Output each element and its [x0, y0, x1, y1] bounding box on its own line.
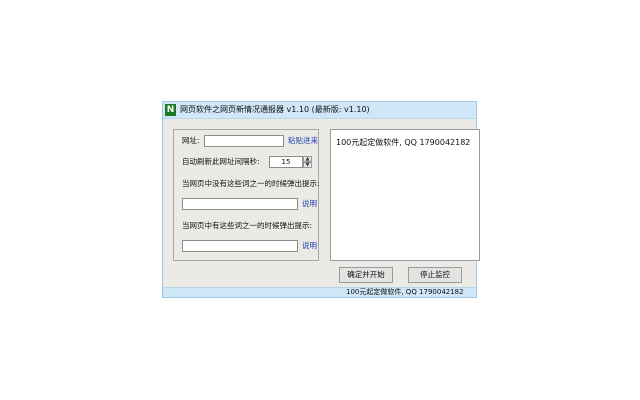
app-window: N 网页软件之网页新情况通报器 v1.10 (最新版: v1.10) 网址: 粘…: [162, 101, 480, 298]
absent-words-label: 当网页中没有这些词之一的时候弹出提示:: [182, 179, 320, 188]
interval-label: 自动刷新此网址间隔秒:: [182, 157, 260, 166]
spin-down-icon[interactable]: ▼: [303, 162, 312, 168]
present-words-input[interactable]: [182, 240, 298, 252]
url-input[interactable]: [204, 135, 284, 147]
start-button[interactable]: 确定并开始: [339, 267, 393, 283]
absent-words-input[interactable]: [182, 198, 298, 210]
paste-link[interactable]: 粘贴进来: [288, 136, 318, 146]
present-help-link[interactable]: 说明: [302, 241, 317, 251]
title-bar[interactable]: N 网页软件之网页新情况通报器 v1.10 (最新版: v1.10): [163, 102, 476, 119]
interval-input[interactable]: 15: [269, 156, 303, 168]
url-label: 网址:: [182, 136, 200, 145]
absent-help-link[interactable]: 说明: [302, 199, 317, 209]
app-icon: N: [165, 104, 176, 116]
status-bar: 100元起定做软件, QQ 1790042182: [163, 287, 476, 297]
window-title: 网页软件之网页新情况通报器 v1.10 (最新版: v1.10): [180, 105, 370, 114]
present-words-label: 当网页中有这些词之一的时候弹出提示:: [182, 221, 313, 230]
settings-panel: 网址: 粘贴进来 自动刷新此网址间隔秒: 15 ▲ ▼ 当网页中没有这些词之一的…: [173, 129, 320, 261]
stop-button[interactable]: 停止监控: [408, 267, 462, 283]
status-text: 100元起定做软件, QQ 1790042182: [346, 288, 464, 296]
output-textarea[interactable]: 100元起定做软件, QQ 1790042182: [330, 129, 480, 261]
